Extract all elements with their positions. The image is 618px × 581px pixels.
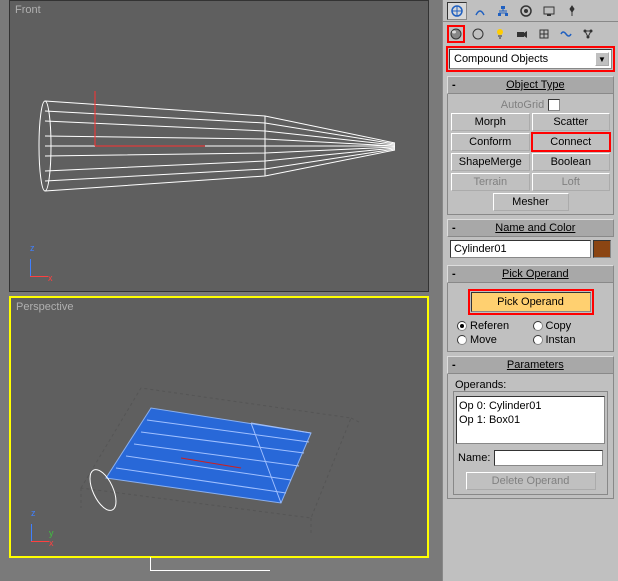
object-type-header[interactable]: - Object Type xyxy=(447,76,614,94)
pick-operand-rollout: - Pick Operand Pick Operand Referen Copy… xyxy=(447,265,614,352)
modify-tab-icon[interactable] xyxy=(470,2,490,20)
autogrid-label: AutoGrid xyxy=(501,99,544,111)
name-color-header[interactable]: - Name and Color xyxy=(447,219,614,237)
viewport-front[interactable]: Front zx xyxy=(9,0,429,292)
radio-icon xyxy=(533,335,543,345)
persp-axis-gizmo: zxy xyxy=(19,508,59,548)
create-tab-icon[interactable] xyxy=(447,2,467,20)
object-color-swatch[interactable] xyxy=(593,240,611,258)
object-category-dropdown[interactable]: Compound Objects ▼ xyxy=(449,49,612,69)
instance-radio-item[interactable]: Instan xyxy=(533,334,605,346)
delete-operand-button[interactable]: Delete Operand xyxy=(466,472,596,490)
collapse-icon: - xyxy=(452,79,456,91)
radio-icon xyxy=(457,335,467,345)
hierarchy-tab-icon[interactable] xyxy=(493,2,513,20)
viewport-perspective[interactable]: Perspective xyxy=(9,296,429,558)
motion-tab-icon[interactable] xyxy=(516,2,536,20)
lights-category-icon[interactable] xyxy=(491,25,509,43)
spacewarps-category-icon[interactable] xyxy=(557,25,575,43)
systems-category-icon[interactable] xyxy=(579,25,597,43)
morph-button[interactable]: Morph xyxy=(451,113,530,131)
cameras-category-icon[interactable] xyxy=(513,25,531,43)
name-color-rollout: - Name and Color Cylinder01 xyxy=(447,219,614,261)
dropdown-arrow-icon: ▼ xyxy=(595,52,609,66)
mesher-button[interactable]: Mesher xyxy=(493,193,569,211)
collapse-icon: - xyxy=(452,222,456,234)
operands-list[interactable]: Op 0: Cylinder01 Op 1: Box01 xyxy=(456,396,605,444)
reference-radio-item[interactable]: Referen xyxy=(457,320,529,332)
name-label: Name: xyxy=(458,452,490,464)
collapse-icon: - xyxy=(452,268,456,280)
radio-icon xyxy=(533,321,543,331)
move-radio-item[interactable]: Move xyxy=(457,334,529,346)
conform-button[interactable]: Conform xyxy=(451,133,530,151)
pick-operand-header[interactable]: - Pick Operand xyxy=(447,265,614,283)
helpers-category-icon[interactable] xyxy=(535,25,553,43)
viewport-perspective-label: Perspective xyxy=(16,301,73,313)
shapes-category-icon[interactable] xyxy=(469,25,487,43)
front-wireframe xyxy=(35,61,405,231)
autogrid-row: AutoGrid xyxy=(451,97,610,113)
front-axis-gizmo: zx xyxy=(18,243,58,283)
copy-radio-item[interactable]: Copy xyxy=(533,320,605,332)
pick-operand-button[interactable]: Pick Operand xyxy=(471,292,591,312)
operand-name-input[interactable] xyxy=(494,450,603,466)
geometry-category-icon[interactable] xyxy=(447,25,465,43)
utilities-tab-icon[interactable] xyxy=(562,2,582,20)
connect-button[interactable]: Connect xyxy=(532,133,611,151)
create-category-row xyxy=(443,22,618,46)
operand-item[interactable]: Op 0: Cylinder01 xyxy=(459,399,602,413)
terrain-button[interactable]: Terrain xyxy=(451,173,530,191)
command-panel-tabs xyxy=(443,0,618,22)
object-type-rollout: - Object Type AutoGrid Morph Scatter Con… xyxy=(447,76,614,215)
scatter-button[interactable]: Scatter xyxy=(532,113,611,131)
radio-icon xyxy=(457,321,467,331)
loft-button[interactable]: Loft xyxy=(532,173,611,191)
viewport-front-label: Front xyxy=(15,4,41,16)
dropdown-value: Compound Objects xyxy=(454,53,548,65)
object-name-input[interactable]: Cylinder01 xyxy=(450,240,591,258)
operands-label: Operands: xyxy=(451,377,610,391)
parameters-header[interactable]: - Parameters xyxy=(447,356,614,374)
operand-item[interactable]: Op 1: Box01 xyxy=(459,413,602,427)
shapemerge-button[interactable]: ShapeMerge xyxy=(451,153,530,171)
collapse-icon: - xyxy=(452,359,456,371)
perspective-wireframe xyxy=(51,348,401,538)
timeline-line xyxy=(150,570,270,571)
boolean-button[interactable]: Boolean xyxy=(532,153,611,171)
display-tab-icon[interactable] xyxy=(539,2,559,20)
timeline-tick xyxy=(150,557,151,571)
autogrid-checkbox[interactable] xyxy=(548,99,560,111)
parameters-rollout: - Parameters Operands: Op 0: Cylinder01 … xyxy=(447,356,614,499)
command-panel: Compound Objects ▼ - Object Type AutoGri… xyxy=(442,0,618,581)
